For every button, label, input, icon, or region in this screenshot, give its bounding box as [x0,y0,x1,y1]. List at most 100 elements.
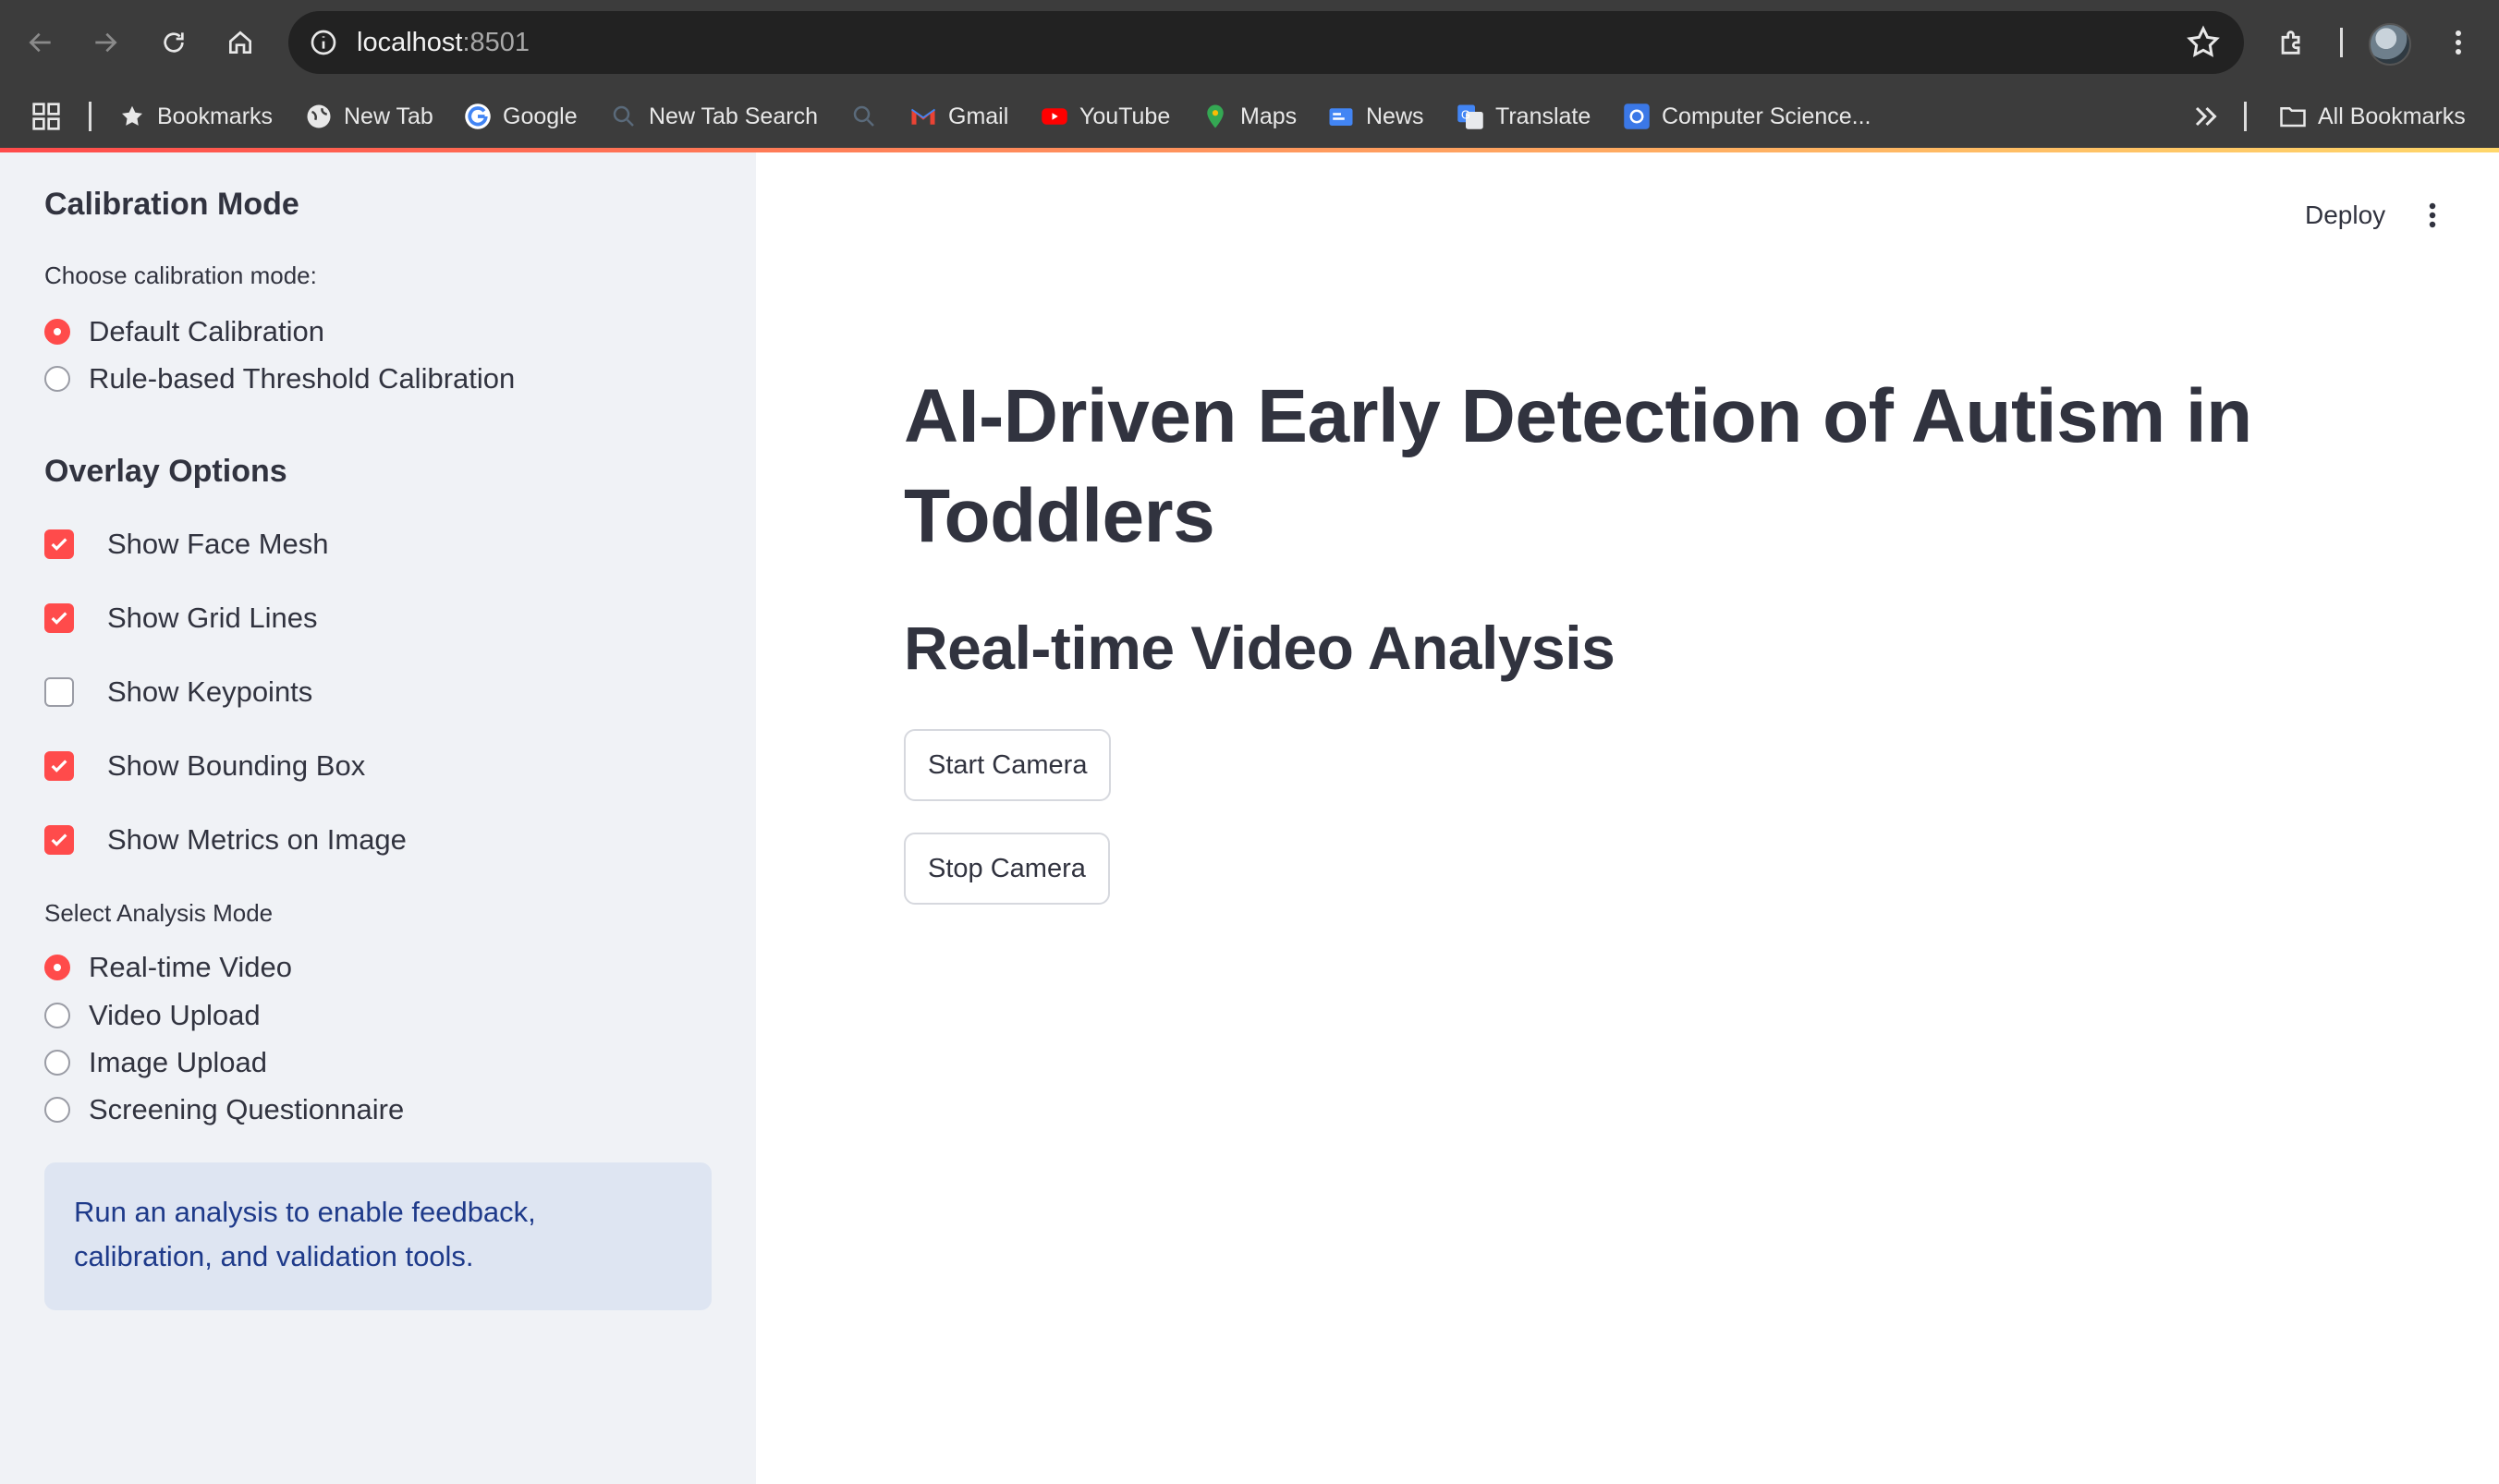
forward-button[interactable] [79,17,131,68]
forward-arrow-icon [95,32,117,53]
checkbox-label: Show Grid Lines [107,602,318,634]
radio-selected-icon [44,319,70,345]
checkbox-checked-icon [44,603,74,633]
radio-screening-questionnaire[interactable]: Screening Questionnaire [44,1089,404,1130]
bookmark-new-tab[interactable]: New Tab [305,89,433,144]
bookmark-label: News [1366,103,1424,129]
radio-unselected-icon [44,366,70,392]
checkbox-label: Show Bounding Box [107,749,366,782]
puzzle-icon [2281,30,2300,55]
app-menu-button[interactable] [2416,194,2449,237]
radio-label: Image Upload [89,1046,268,1078]
star-icon [118,103,146,130]
browser-toolbar: localhost:8501 Bookmarks New Tab Google … [0,0,2499,150]
bookmark-translate[interactable]: G Translate [1457,89,1591,144]
checkbox-show-keypoints[interactable]: Show Keypoints [44,672,312,712]
radio-rule-based-calibration[interactable]: Rule-based Threshold Calibration [44,359,515,399]
chevron-double-right-icon[interactable] [2188,100,2222,133]
radio-default-calibration[interactable]: Default Calibration [44,311,324,352]
folder-icon [2279,103,2307,130]
bookmarks-divider [2244,102,2247,131]
maps-icon [1201,103,1229,130]
bookmark-search[interactable] [850,89,889,144]
bookmark-label: Google [503,103,578,129]
browser-menu-button[interactable] [2440,17,2477,68]
more-vertical-icon [2456,30,2461,55]
back-button[interactable] [15,17,67,68]
bookmarks-bar: Bookmarks New Tab Google New Tab Search … [0,89,2499,144]
radio-label: Rule-based Threshold Calibration [89,362,516,395]
calibration-header: Calibration Mode [44,187,299,222]
search-icon [850,103,878,130]
globe-icon [305,103,333,130]
bookmark-new-tab-search[interactable]: New Tab Search [610,89,818,144]
site-info-icon[interactable] [303,22,344,63]
section-heading: Real-time Video Analysis [904,614,1615,682]
more-vertical-icon [2429,202,2436,228]
checkbox-label: Show Metrics on Image [107,823,407,856]
home-icon [229,30,251,54]
gmail-icon [909,103,937,130]
bookmark-star-icon[interactable] [2185,24,2222,61]
checkbox-label: Show Keypoints [107,675,313,708]
computer-science-icon [1623,103,1651,130]
checkbox-label: Show Face Mesh [107,528,329,560]
sidebar: Calibration Mode Choose calibration mode… [0,152,756,1484]
stop-camera-button[interactable]: Stop Camera [904,833,1110,905]
radio-unselected-icon [44,1097,70,1123]
address-bar[interactable]: localhost:8501 [288,11,2244,74]
translate-icon: G [1457,103,1484,130]
radio-unselected-icon [44,1050,70,1076]
overlay-header: Overlay Options [44,454,287,489]
google-icon [464,103,492,130]
extensions-button[interactable] [2266,17,2318,68]
info-alert: Run an analysis to enable feedback, cali… [44,1162,712,1310]
radio-image-upload[interactable]: Image Upload [44,1042,267,1083]
bookmark-youtube[interactable]: YouTube [1041,89,1170,144]
bookmark-gmail[interactable]: Gmail [909,89,1008,144]
bookmark-google[interactable]: Google [464,89,578,144]
svg-text:G: G [1461,109,1470,122]
all-bookmarks-button[interactable]: All Bookmarks [2279,89,2466,144]
home-button[interactable] [214,17,266,68]
search-icon [610,103,638,130]
youtube-icon [1041,103,1068,130]
deploy-button[interactable]: Deploy [2294,188,2396,243]
toolbar-divider [2340,28,2343,57]
profile-avatar[interactable] [2369,23,2411,66]
bookmark-maps[interactable]: Maps [1201,89,1297,144]
bookmark-label: Translate [1495,103,1591,129]
bookmark-label: YouTube [1079,103,1171,129]
bookmark-label: Gmail [948,103,1009,129]
all-bookmarks-label: All Bookmarks [2318,103,2466,129]
checkbox-show-bounding-box[interactable]: Show Bounding Box [44,746,365,786]
radio-label: Default Calibration [89,315,325,347]
checkbox-show-face-mesh[interactable]: Show Face Mesh [44,524,329,565]
start-camera-button[interactable]: Start Camera [904,729,1112,801]
checkbox-checked-icon [44,825,74,855]
checkbox-show-metrics-on-image[interactable]: Show Metrics on Image [44,820,407,860]
checkbox-checked-icon [44,751,74,781]
bookmark-label: New Tab [344,103,433,129]
radio-label: Screening Questionnaire [89,1093,405,1125]
url-port: :8501 [462,28,530,57]
bookmark-computer-science[interactable]: Computer Science... [1623,89,1871,144]
bookmark-label: Bookmarks [157,103,274,129]
radio-real-time-video[interactable]: Real-time Video [44,947,292,988]
main-content: Deploy AI-Driven Early Detection of Auti… [756,152,2499,1484]
bookmark-bookmarks[interactable]: Bookmarks [118,89,273,144]
reload-button[interactable] [148,17,200,68]
url-host: localhost [357,28,463,57]
radio-video-upload[interactable]: Video Upload [44,995,261,1036]
analysis-mode-label: Select Analysis Mode [44,899,274,927]
reload-icon [164,32,184,53]
radio-label: Video Upload [89,999,261,1031]
bookmark-news[interactable]: News [1327,89,1424,144]
checkbox-show-grid-lines[interactable]: Show Grid Lines [44,598,317,639]
checkbox-checked-icon [44,529,74,559]
radio-unselected-icon [44,1003,70,1028]
radio-label: Real-time Video [89,951,292,983]
bookmark-label: Computer Science... [1662,103,1871,129]
calibration-label: Choose calibration mode: [44,262,317,289]
news-icon [1327,103,1355,130]
